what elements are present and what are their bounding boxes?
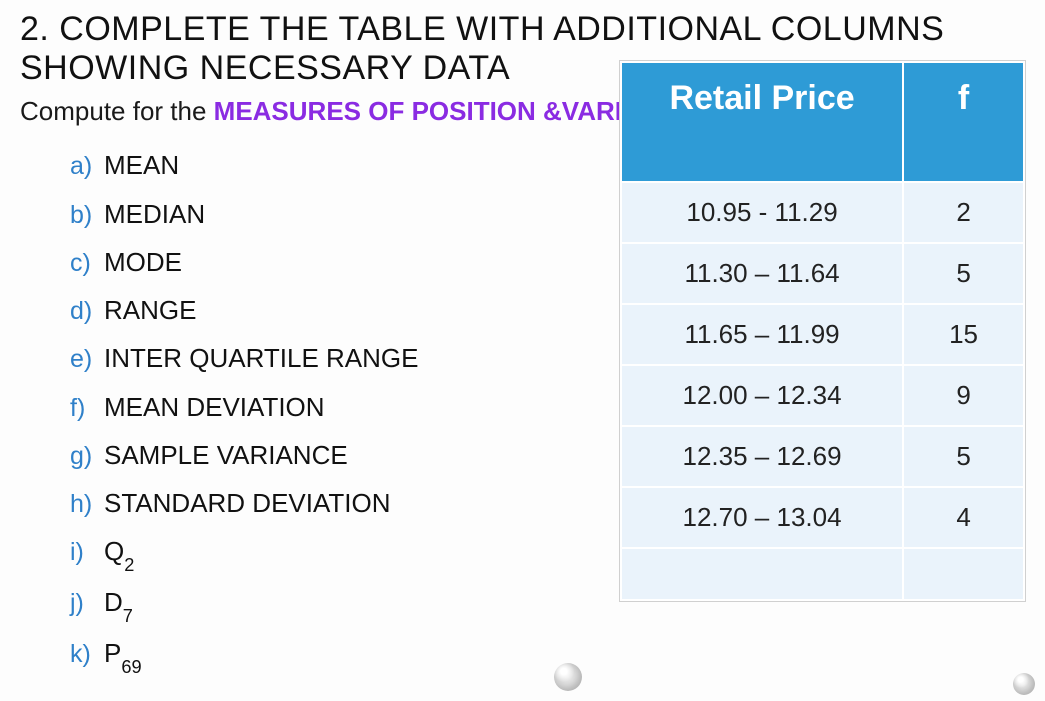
list-item: h)STANDARD DEVIATION — [70, 479, 620, 527]
cell-range: 11.30 – 11.64 — [621, 243, 903, 304]
list-item: k)P69 — [70, 629, 620, 680]
list-item-label: h) — [70, 481, 104, 527]
table-col: Retail Price f 10.95 - 11.29 2 11.30 – 1… — [620, 61, 1025, 601]
cell-f: 5 — [903, 243, 1024, 304]
list-item: d)RANGE — [70, 286, 620, 334]
cell-range: 10.95 - 11.29 — [621, 182, 903, 243]
cell-f — [903, 548, 1024, 600]
frequency-table: Retail Price f 10.95 - 11.29 2 11.30 – 1… — [620, 61, 1025, 601]
sub-pre: Compute for the — [20, 96, 214, 126]
list-item-label: g) — [70, 433, 104, 479]
decorative-bubble-icon — [1013, 673, 1035, 695]
list-item-text: STANDARD DEVIATION — [104, 488, 391, 518]
list-item: a)MEAN — [70, 141, 620, 189]
list-item-label: a) — [70, 143, 104, 189]
list-item: i)Q2 — [70, 527, 620, 578]
list-item-text: MEAN — [104, 150, 179, 180]
list-item-label: f) — [70, 385, 104, 431]
list-item-label: e) — [70, 336, 104, 382]
cell-range: 12.70 – 13.04 — [621, 487, 903, 548]
cell-f: 2 — [903, 182, 1024, 243]
list-item-label: b) — [70, 192, 104, 238]
list-item: g)SAMPLE VARIANCE — [70, 431, 620, 479]
table-header-row: Retail Price f — [621, 62, 1024, 182]
slide: 2. COMPLETE THE TABLE WITH ADDITIONAL CO… — [0, 0, 1045, 701]
list-item-text: RANGE — [104, 295, 196, 325]
list-item-text: MEDIAN — [104, 199, 205, 229]
cell-range — [621, 548, 903, 600]
table-row: 10.95 - 11.29 2 — [621, 182, 1024, 243]
cell-range: 12.35 – 12.69 — [621, 426, 903, 487]
list-item-text: SAMPLE VARIANCE — [104, 440, 348, 470]
cell-range: 11.65 – 11.99 — [621, 304, 903, 365]
subscript: 7 — [123, 606, 133, 626]
subscript: 2 — [124, 555, 134, 575]
list-item-text: Q — [104, 536, 124, 566]
list-item-label: d) — [70, 288, 104, 334]
header-f: f — [903, 62, 1024, 182]
subscript: 69 — [121, 657, 141, 677]
decorative-bubble-icon — [554, 663, 582, 691]
table-row: 11.65 – 11.99 15 — [621, 304, 1024, 365]
table-row: 12.35 – 12.69 5 — [621, 426, 1024, 487]
list-item-text: P — [104, 638, 121, 668]
table-row: 11.30 – 11.64 5 — [621, 243, 1024, 304]
list-item: f)MEAN DEVIATION — [70, 383, 620, 431]
list-item: c)MODE — [70, 238, 620, 286]
list-item: j)D7 — [70, 578, 620, 629]
list-item: e)INTER QUARTILE RANGE — [70, 334, 620, 382]
cell-f: 9 — [903, 365, 1024, 426]
list-item-text: MEAN DEVIATION — [104, 392, 325, 422]
cell-f: 15 — [903, 304, 1024, 365]
table-row: 12.00 – 12.34 9 — [621, 365, 1024, 426]
list-item-text: MODE — [104, 247, 182, 277]
list-item-text: INTER QUARTILE RANGE — [104, 343, 418, 373]
measures-list-col: a)MEAN b)MEDIAN c)MODE d)RANGE e)INTER Q… — [20, 141, 620, 680]
cell-range: 12.00 – 12.34 — [621, 365, 903, 426]
cell-f: 4 — [903, 487, 1024, 548]
list-item-label: k) — [70, 631, 104, 677]
list-item-label: c) — [70, 240, 104, 286]
cell-f: 5 — [903, 426, 1024, 487]
list-item: b)MEDIAN — [70, 190, 620, 238]
table-row — [621, 548, 1024, 600]
content-row: a)MEAN b)MEDIAN c)MODE d)RANGE e)INTER Q… — [20, 141, 1025, 680]
list-item-label: j) — [70, 580, 104, 626]
list-item-label: i) — [70, 529, 104, 575]
header-retail-price: Retail Price — [621, 62, 903, 182]
table-row: 12.70 – 13.04 4 — [621, 487, 1024, 548]
measures-list: a)MEAN b)MEDIAN c)MODE d)RANGE e)INTER Q… — [70, 141, 620, 680]
list-item-text: D — [104, 587, 123, 617]
